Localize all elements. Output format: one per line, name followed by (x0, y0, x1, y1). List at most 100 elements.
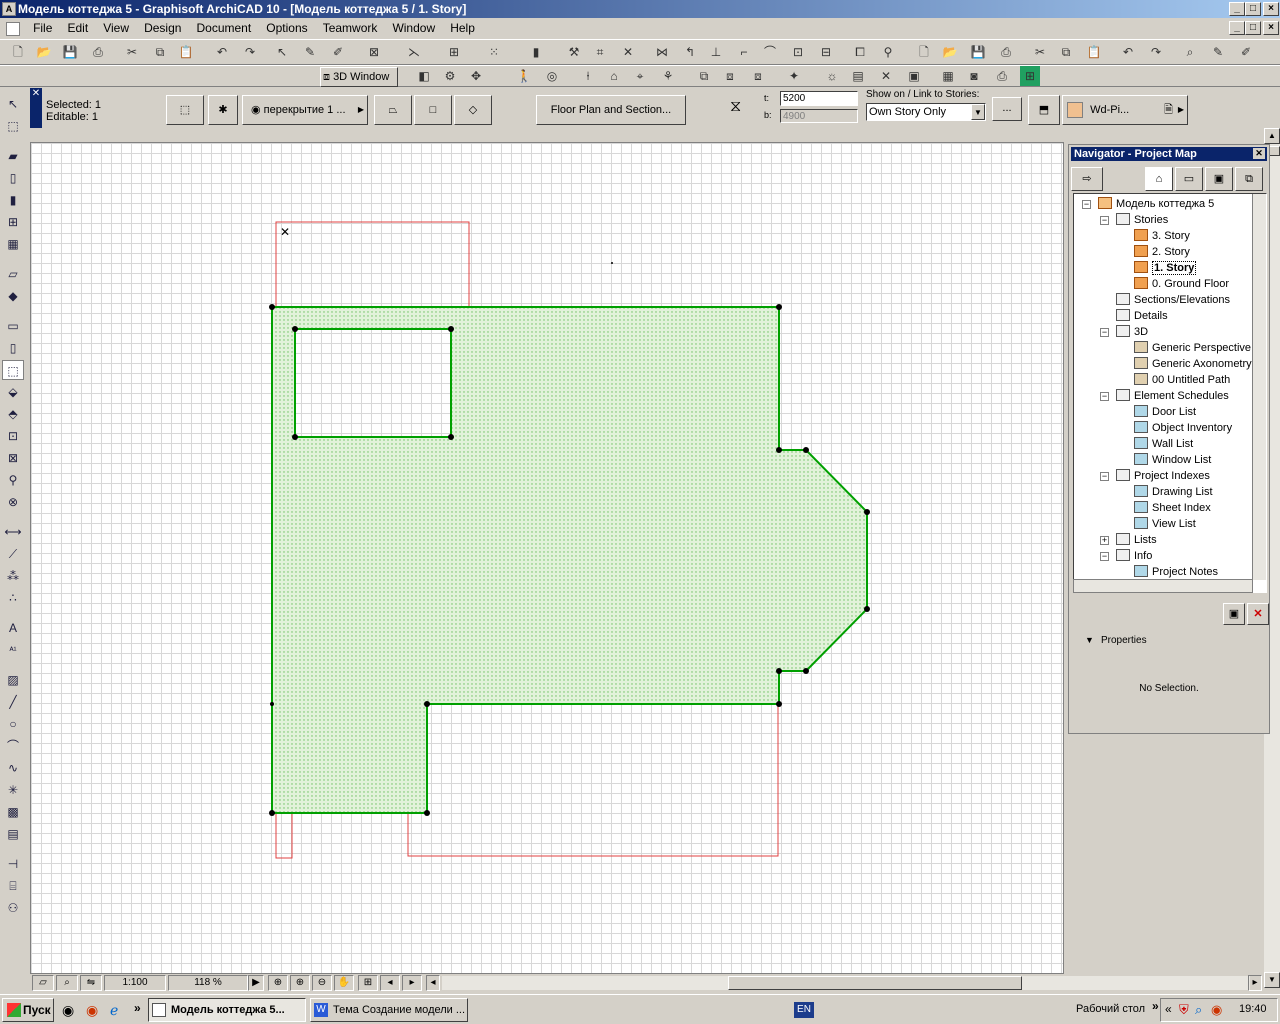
paste-icon[interactable]: 📋 (176, 42, 196, 62)
group-icon[interactable]: ⊟ (816, 42, 836, 62)
archicad-app-icon[interactable]: A (2, 2, 16, 16)
pick-up-icon[interactable]: ↖ (272, 42, 292, 62)
tree-vscrollbar[interactable] (1252, 194, 1266, 580)
zoom-out-icon[interactable]: ⊖ (312, 975, 332, 991)
quicklaunch-icon-3[interactable]: ℯ (110, 1002, 118, 1019)
fill-tool-icon[interactable]: ▨ (2, 670, 24, 690)
tray-arrow-icon[interactable]: « (1165, 1002, 1172, 1016)
trace-icon[interactable]: ▮ (526, 42, 546, 62)
lock-icon[interactable]: ⚲ (878, 42, 898, 62)
snap-icon[interactable]: ⋋ (404, 42, 424, 62)
start-button[interactable]: Пуск (2, 998, 54, 1022)
guide-lines-icon[interactable]: ⊠ (364, 42, 384, 62)
circle-tool-icon[interactable]: ○ (2, 714, 24, 734)
label-tool-icon[interactable]: ᴬ¹ (2, 640, 24, 660)
elevation-icon[interactable]: ⌖ (630, 66, 650, 86)
detail-icon[interactable]: ⚘ (658, 66, 678, 86)
text-tool-icon[interactable]: A (2, 618, 24, 638)
zoom-field[interactable]: 118 % (168, 975, 248, 991)
doc-restore-button[interactable]: □ (1245, 21, 1261, 35)
paste-2-icon[interactable]: 📋 (1084, 42, 1104, 62)
angle-dimension-icon[interactable]: ∴ (2, 588, 24, 608)
zoom-icon[interactable]: ⌕ (1180, 42, 1200, 62)
arrow-tool-icon[interactable]: ↖ (2, 94, 24, 114)
project-map-tab-icon[interactable]: ⌂ (1145, 167, 1173, 191)
quicklaunch-icon-2[interactable]: ◉ (86, 1002, 98, 1019)
doc-minimize-button[interactable]: _ (1229, 21, 1245, 35)
copy-icon[interactable]: ⧉ (150, 42, 170, 62)
syringe-icon[interactable]: ✐ (328, 42, 348, 62)
slab-surface-icon[interactable]: ⬒ (1028, 95, 1060, 125)
intersect-icon[interactable]: ⊥ (706, 42, 726, 62)
rectangle-method-icon[interactable]: □ (414, 95, 452, 125)
zoom-window-icon[interactable]: ⊞ (358, 975, 378, 991)
tree-item[interactable]: 2. Story (1134, 244, 1190, 260)
floor-plan-section-button[interactable]: Floor Plan and Section... (536, 95, 686, 125)
hscroll-thumb[interactable] (728, 976, 1022, 990)
tree-item[interactable]: Project Notes (1134, 564, 1218, 580)
print-3d-icon[interactable]: ⎙ (992, 66, 1012, 86)
cut-2-icon[interactable]: ✂ (1030, 42, 1050, 62)
hscroll-right-icon[interactable]: ▸ (1248, 975, 1262, 991)
doc-close-button[interactable]: × (1263, 21, 1279, 35)
infobox-close-icon[interactable]: ✕ (30, 88, 42, 128)
scroll-down-icon[interactable]: ▼ (1264, 972, 1280, 988)
tree-item[interactable]: Door List (1134, 404, 1196, 420)
layers-icon[interactable]: ⧉ (694, 66, 714, 86)
antivirus-icon[interactable]: ⛨ (1179, 1002, 1189, 1018)
menu-design[interactable]: Design (138, 18, 187, 38)
properties-toggle-icon[interactable]: ▼ (1085, 635, 1094, 645)
fillet-icon[interactable]: ⌒ (760, 42, 780, 62)
minimize-button[interactable]: _ (1229, 2, 1245, 16)
tree-item[interactable]: 3. Story (1134, 228, 1190, 244)
light-tool-icon[interactable]: ⚲ (2, 470, 24, 490)
walk-icon[interactable]: 🚶 (514, 66, 534, 86)
save-2-icon[interactable]: 💾 (968, 42, 988, 62)
window-tool-icon[interactable]: ▮ (2, 190, 24, 210)
trace-icon[interactable]: ⇋ (80, 975, 102, 991)
polyline-tool-icon[interactable]: ⌒ (2, 736, 24, 756)
preview-icon[interactable]: ⌕ (56, 975, 78, 991)
marquee-tool-icon[interactable]: ⬚ (2, 116, 24, 136)
lamp-tool-icon[interactable]: ⊠ (2, 448, 24, 468)
settings-icon[interactable]: ✱ (208, 95, 238, 125)
menu-help[interactable]: Help (444, 18, 481, 38)
tree-item[interactable]: Window List (1134, 452, 1211, 468)
publisher-tab-icon[interactable]: ⧉ (1235, 167, 1263, 191)
navigator-close-icon[interactable]: ✕ (1253, 148, 1265, 159)
skylight-tool-icon[interactable]: ⊞ (2, 212, 24, 232)
zone-tool-icon[interactable]: ⊡ (2, 426, 24, 446)
menu-view[interactable]: View (97, 18, 135, 38)
slab-tool-icon[interactable]: ⬚ (166, 95, 204, 125)
tray-app-icon[interactable]: ◉ (1211, 1002, 1222, 1018)
wall-outline-bottom-left[interactable] (275, 813, 293, 859)
language-indicator[interactable]: EN (794, 1002, 814, 1018)
scale-field[interactable]: 1:100 (104, 975, 166, 991)
camera-tool-icon[interactable]: ⚇ (2, 898, 24, 918)
wall-outline-top[interactable] (275, 221, 470, 309)
wall-outline-bottom-right[interactable] (407, 703, 779, 857)
split-icon[interactable]: ⋈ (652, 42, 672, 62)
hotspot-tool-icon[interactable]: ✳ (2, 780, 24, 800)
view-mode-icon[interactable]: ▱ (32, 975, 54, 991)
image-icon[interactable]: ▦ (938, 66, 958, 86)
pan-icon[interactable]: ✋ (334, 975, 354, 991)
adjust-icon[interactable]: ↰ (680, 42, 700, 62)
grid-snap-icon[interactable]: ⊞ (444, 42, 464, 62)
menu-file[interactable]: File (27, 18, 58, 38)
desktop-more-icon[interactable]: » (1152, 999, 1159, 1013)
undo-2-icon[interactable]: ↶ (1118, 42, 1138, 62)
tree-item[interactable]: Generic Perspective (1134, 340, 1251, 356)
fit-window-icon[interactable]: ⊕ (268, 975, 288, 991)
zoom-in-icon[interactable]: ⊕ (290, 975, 310, 991)
view-map-tab-icon[interactable]: ▭ (1175, 167, 1203, 191)
curtain-wall-tool-icon[interactable]: ▦ (2, 234, 24, 254)
eyedropper-2-icon[interactable]: ✎ (1208, 42, 1228, 62)
tree-item[interactable]: Sheet Index (1134, 500, 1211, 516)
show-on-stories-select[interactable]: Own Story Only ▼ (866, 103, 986, 121)
cube-icon[interactable]: ◧ (414, 66, 434, 86)
roof-tool-icon[interactable]: ⬙ (2, 382, 24, 402)
tree-item[interactable]: Stories (1116, 212, 1168, 228)
print-2-icon[interactable]: ⎙ (996, 42, 1016, 62)
layout-book-tab-icon[interactable]: ▣ (1205, 167, 1233, 191)
